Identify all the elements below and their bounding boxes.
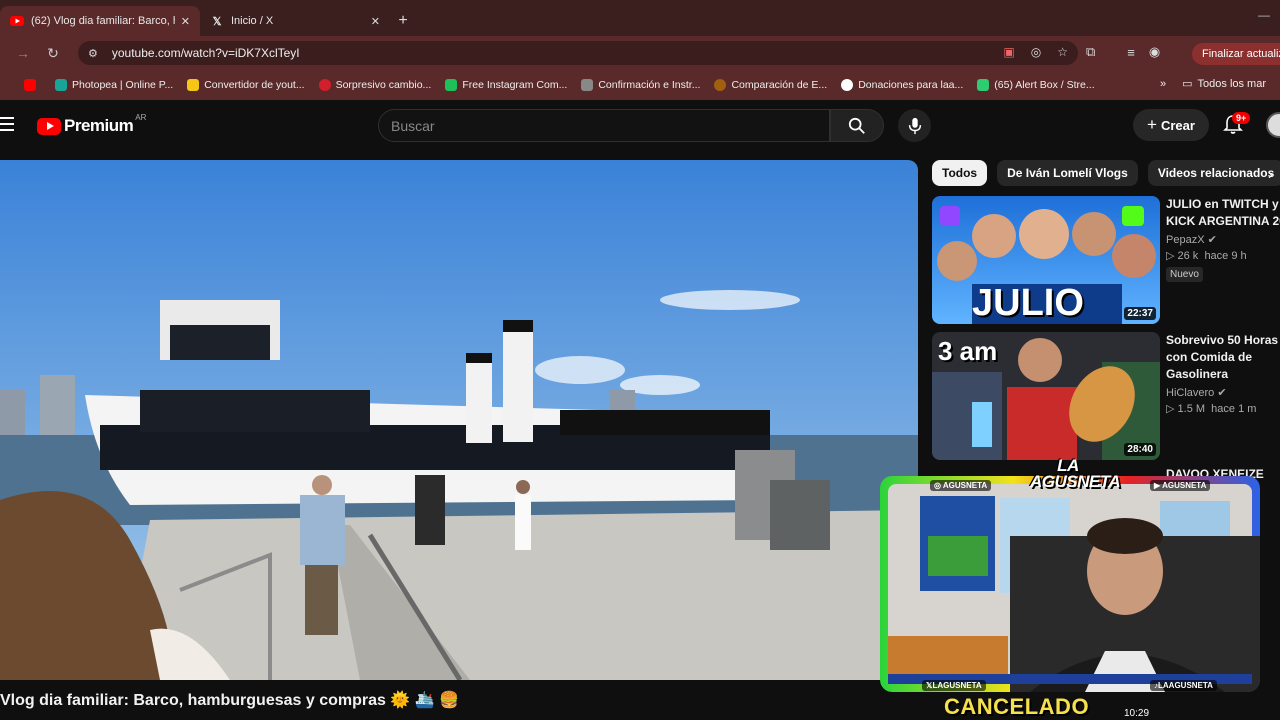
- folder-icon: ▭: [1182, 78, 1193, 90]
- video-frame: [0, 160, 918, 680]
- instagram-tool-icon: [445, 79, 458, 91]
- photopea-icon: [55, 79, 67, 91]
- all-bookmarks-button[interactable]: ▭ Todos los mar: [1182, 77, 1266, 91]
- menu-icon[interactable]: [0, 117, 16, 131]
- tab-title: (62) Vlog dia familiar: Barco, ha: [31, 15, 175, 27]
- search-button[interactable]: [830, 109, 884, 142]
- thumbnail-text: JULIO: [972, 282, 1084, 324]
- recommendation-item[interactable]: 3 am 28:40 Sobrevivo 50 Horas S con Comi…: [932, 332, 1280, 460]
- new-tab-button[interactable]: +: [390, 6, 416, 36]
- bookmark-item[interactable]: Comparación de E...: [714, 79, 827, 91]
- rec-title[interactable]: JULIO en TWITCH y: [1166, 196, 1280, 213]
- update-button[interactable]: Finalizar actualiz: [1192, 43, 1280, 65]
- channel-name[interactable]: PepazX ✔: [1166, 233, 1280, 246]
- alert-box-icon: [977, 79, 990, 91]
- link-icon: [581, 79, 594, 91]
- site-settings-icon[interactable]: ⚙: [88, 47, 98, 60]
- duration-label: 22:37: [1124, 307, 1156, 320]
- window-controls: —: [1258, 8, 1270, 22]
- plus-icon: +: [1147, 115, 1157, 134]
- compare-icon: [714, 79, 727, 91]
- search-icon: [848, 117, 865, 134]
- voice-search-button[interactable]: [898, 109, 931, 142]
- news-icon: [318, 79, 331, 91]
- search-input[interactable]: [391, 117, 829, 134]
- tab-title: Inicio / X: [231, 15, 274, 27]
- new-badge: Nuevo: [1166, 267, 1203, 282]
- x-icon: 𝕏: [212, 15, 222, 28]
- video-title: Vlog dia familiar: Barco, hamburguesas y…: [0, 692, 459, 709]
- forward-icon[interactable]: →: [8, 45, 38, 61]
- donation-icon: [841, 79, 854, 91]
- bookmark-item[interactable]: Confirmación e Instr...: [581, 79, 700, 91]
- url-text: youtube.com/watch?v=iDK7XclTeyI: [111, 46, 300, 60]
- youtube-logo[interactable]: Premium AR: [37, 113, 146, 136]
- reload-icon[interactable]: ↻: [38, 45, 68, 62]
- chip-all[interactable]: Todos: [932, 160, 988, 186]
- instagram-handle: ◎ AGUSNETA: [930, 480, 992, 491]
- filter-chips: Todos De Iván Lomelí Vlogs Videos relaci…: [932, 160, 1280, 186]
- bookmarks-bar: Photopea | Online P... Convertidor de yo…: [0, 70, 1280, 100]
- bookmark-item[interactable]: Convertidor de yout...: [187, 79, 305, 91]
- bookmark-item[interactable]: Donaciones para laa...: [841, 79, 963, 91]
- create-button[interactable]: + Crear: [1133, 109, 1209, 141]
- recommendation-item[interactable]: JULIO 22:37 JULIO en TWITCH y KICK ARGEN…: [932, 196, 1280, 324]
- video-thumbnail[interactable]: 3 am 28:40: [932, 332, 1160, 460]
- bookmark-item[interactable]: (65) Alert Box / Stre...: [977, 79, 1095, 91]
- browser-tab-bar: (62) Vlog dia familiar: Barco, ha ✕ 𝕏 In…: [0, 0, 1280, 36]
- verified-icon: ✔: [1217, 387, 1227, 399]
- youtube-icon: [24, 79, 36, 91]
- bookmark-star-icon[interactable]: ☆: [1057, 45, 1068, 59]
- streamer-logo: LA AGUSNETA: [1030, 456, 1121, 491]
- x-handle: 𝕏LAGUSNETA: [922, 680, 986, 691]
- close-tab-icon[interactable]: ✕: [181, 15, 190, 28]
- verified-icon: ✔: [1207, 234, 1217, 246]
- address-bar[interactable]: ⚙ youtube.com/watch?v=iDK7XclTeyI ▣ ◎ ☆: [78, 41, 1078, 65]
- webcam-frame: [880, 476, 1260, 692]
- converter-icon: [187, 79, 200, 91]
- rec-title[interactable]: Sobrevivo 50 Horas S: [1166, 332, 1280, 349]
- minimize-icon[interactable]: —: [1258, 8, 1270, 22]
- video-player[interactable]: [0, 160, 918, 680]
- rec-meta: ▷ 26 k hace 9 h: [1166, 250, 1247, 262]
- streamer-webcam-overlay: [880, 476, 1260, 692]
- rec-title[interactable]: KICK ARGENTINA 202: [1166, 213, 1280, 230]
- tiktok-handle: ♪LAAGUSNETA: [1150, 680, 1217, 691]
- bookmark-item[interactable]: Sorpresivo cambio...: [318, 79, 431, 91]
- chevron-right-icon[interactable]: ›: [1268, 166, 1273, 182]
- extensions-icon[interactable]: ⧉: [1086, 44, 1095, 60]
- bookmark-item[interactable]: Photopea | Online P...: [55, 79, 173, 91]
- bookmark-item[interactable]: Free Instagram Com...: [445, 79, 567, 91]
- youtube-play-icon: [37, 117, 61, 135]
- eye-off-icon[interactable]: ◎: [1031, 45, 1041, 59]
- rec-meta: ▷ 1.5 M hace 1 m: [1166, 403, 1257, 415]
- youtube-handle: ▶ AGUSNETA: [1150, 480, 1211, 491]
- youtube-icon: [10, 14, 24, 28]
- video-thumbnail[interactable]: JULIO 22:37: [932, 196, 1160, 324]
- tab-x[interactable]: 𝕏 Inicio / X ✕: [200, 6, 390, 36]
- notification-badge: 9+: [1232, 112, 1251, 124]
- close-tab-icon[interactable]: ✕: [371, 15, 380, 28]
- chip-related[interactable]: Videos relacionados: [1147, 160, 1280, 186]
- rec-title[interactable]: Gasolinera: [1166, 366, 1280, 383]
- channel-name[interactable]: HiClavero ✔: [1166, 386, 1280, 399]
- search-box: [378, 109, 830, 142]
- cast-icon[interactable]: ▣: [1003, 45, 1014, 59]
- profile-icon[interactable]: ◉: [1149, 44, 1160, 60]
- reading-list-icon[interactable]: ≡: [1127, 45, 1135, 60]
- rec-title[interactable]: con Comida de: [1166, 349, 1280, 366]
- bookmarks-overflow-icon[interactable]: »: [1160, 78, 1166, 90]
- thumbnail-text: 3 am: [938, 336, 998, 366]
- overlay-clock: 10:29: [1124, 708, 1150, 719]
- duration-label: 28:40: [1124, 443, 1156, 456]
- mic-icon: [908, 117, 921, 134]
- overlay-banner: CANCELADO: [944, 694, 1090, 719]
- tab-youtube[interactable]: (62) Vlog dia familiar: Barco, ha ✕: [0, 6, 200, 36]
- chip-channel[interactable]: De Iván Lomelí Vlogs: [997, 160, 1138, 186]
- bookmark-item[interactable]: [24, 79, 41, 91]
